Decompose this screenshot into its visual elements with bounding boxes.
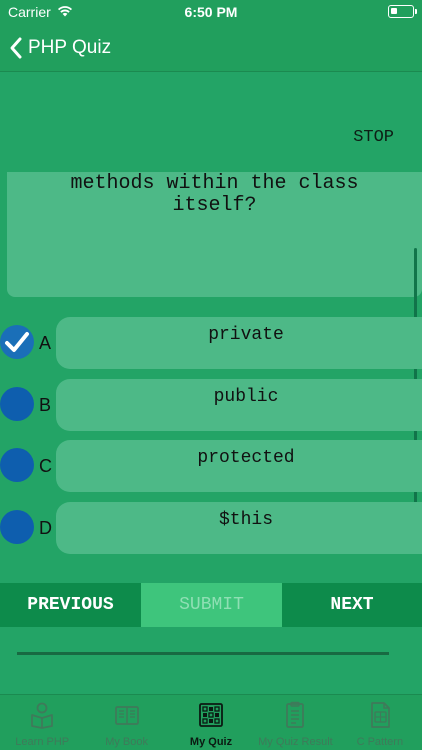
clock: 6:50 PM: [184, 4, 238, 20]
tab-c-pattern[interactable]: C Pattern: [338, 695, 422, 750]
tab-label: C Pattern: [356, 736, 404, 748]
option-a-card[interactable]: private: [56, 317, 422, 369]
stop-button[interactable]: STOP: [353, 128, 394, 147]
option-a: A private: [0, 317, 422, 369]
tab-learn-php[interactable]: Learn PHP: [0, 695, 84, 750]
tab-my-book[interactable]: My Book: [84, 695, 168, 750]
option-d-radio[interactable]: [0, 510, 34, 544]
submit-button[interactable]: SUBMIT: [141, 583, 282, 627]
option-d-letter: D: [39, 518, 52, 538]
option-b-text: public: [213, 387, 279, 407]
battery-icon: [388, 5, 417, 18]
chevron-left-icon: [10, 37, 22, 59]
reader-icon: [31, 702, 54, 729]
quiz-icon: [199, 703, 223, 727]
tab-my-quiz[interactable]: My Quiz: [169, 695, 253, 750]
next-button[interactable]: NEXT: [282, 583, 422, 627]
option-a-radio[interactable]: [0, 325, 34, 359]
option-c-text: protected: [197, 448, 295, 468]
page-title: PHP Quiz: [28, 37, 112, 58]
option-b-card[interactable]: public: [56, 379, 422, 431]
checkmark-icon: [5, 332, 29, 352]
option-c-letter: C: [39, 456, 52, 476]
pattern-icon: [370, 702, 390, 728]
tab-bar: Learn PHP My Book My Quiz My Quiz Result…: [0, 694, 422, 750]
status-bar: Carrier 6:50 PM: [0, 0, 422, 24]
tab-label: Learn PHP: [15, 736, 70, 748]
option-d-text: $this: [218, 510, 273, 530]
tab-my-quiz-result[interactable]: My Quiz Result: [253, 695, 337, 750]
option-d: D $this: [0, 502, 422, 554]
option-c-radio[interactable]: [0, 448, 34, 482]
progress-bar: [17, 652, 389, 655]
result-icon: [286, 701, 305, 728]
option-b-letter: B: [39, 395, 52, 415]
tab-label: My Book: [105, 736, 148, 748]
question-text: refer to properties or methods within th…: [70, 172, 359, 217]
previous-button[interactable]: PREVIOUS: [0, 583, 141, 627]
option-b-radio[interactable]: [0, 387, 34, 421]
tab-label: My Quiz: [189, 736, 233, 748]
option-d-card[interactable]: $this: [56, 502, 422, 554]
quiz-controls: PREVIOUS SUBMIT NEXT: [0, 583, 422, 627]
tab-label: My Quiz Result: [258, 736, 333, 748]
back-button[interactable]: PHP Quiz: [8, 34, 111, 62]
option-a-letter: A: [39, 333, 52, 353]
question-box: refer to properties or methods within th…: [7, 172, 422, 297]
option-b: B public: [0, 379, 422, 431]
option-a-text: private: [208, 325, 284, 345]
book-icon: [114, 706, 139, 725]
option-c: C protected: [0, 440, 422, 492]
navigation-bar: PHP Quiz: [0, 24, 422, 72]
option-c-card[interactable]: protected: [56, 440, 422, 492]
